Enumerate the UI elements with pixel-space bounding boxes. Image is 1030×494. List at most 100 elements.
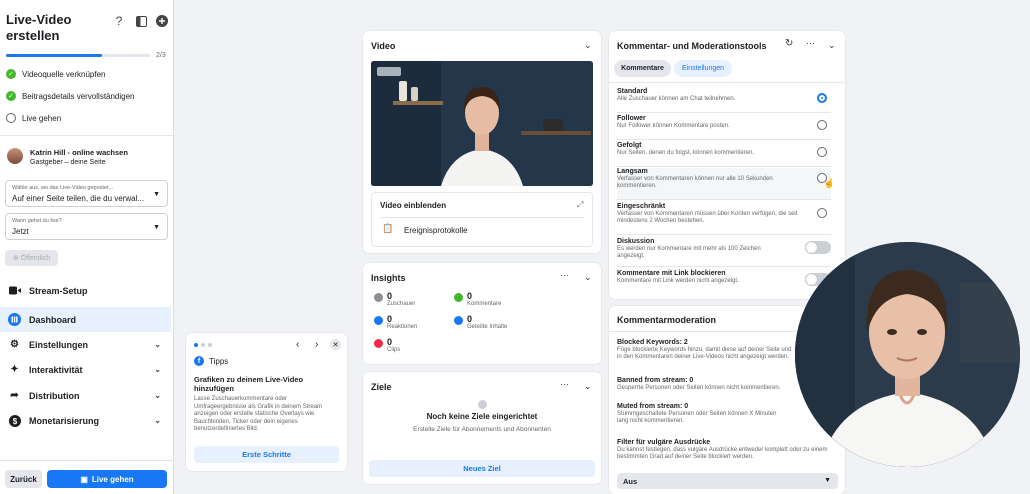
insight-comments: 0 Kommentare	[454, 291, 501, 307]
insight-viewers: 0 Zuschauer	[374, 291, 415, 307]
carousel-dots	[194, 343, 212, 347]
target-icon	[478, 400, 487, 409]
close-icon[interactable]: ✕	[330, 339, 341, 350]
more-icon[interactable]: ···	[560, 379, 569, 389]
step-beitragsdetails[interactable]: ✓ Beitragsdetails vervollständigen	[6, 91, 135, 101]
step-videoquelle[interactable]: ✓ Videoquelle verknüpfen	[6, 69, 105, 79]
tab-einstellungen[interactable]: Einstellungen	[674, 60, 732, 77]
share-arrow-icon: ➦	[10, 390, 19, 401]
sparkle-icon: ✦	[10, 364, 19, 375]
panel-toggle-icon[interactable]	[134, 14, 148, 28]
option-gefolgt[interactable]: Gefolgt Nur Seiten, denen du folgst, kön…	[617, 142, 831, 167]
chevron-down-icon[interactable]: ⌄	[584, 40, 592, 51]
more-icon[interactable]: ···	[806, 38, 815, 48]
progress-bar	[6, 54, 150, 57]
option-link-block[interactable]: Kommentare mit Link blockieren Kommentar…	[617, 270, 831, 294]
video-frame	[371, 61, 593, 186]
more-icon[interactable]: ···	[560, 270, 569, 280]
caret-down-icon: ▼	[153, 224, 160, 231]
radio-selected-icon[interactable]	[817, 93, 827, 103]
goals-empty-title: Noch keine Ziele eingerichtet	[426, 412, 538, 421]
divider	[0, 135, 173, 136]
chevron-down-icon[interactable]: ⌄	[584, 272, 592, 283]
chevron-left-icon[interactable]: ‹	[296, 339, 299, 350]
page-title: Live-Video erstellen	[6, 12, 72, 43]
radio-icon[interactable]	[817, 147, 827, 157]
radio-icon[interactable]	[817, 120, 827, 130]
video-card-title: Video	[371, 41, 396, 51]
help-icon[interactable]: ?	[112, 14, 126, 28]
when-live-select[interactable]: Wann gehst du live? Jetzt ▼	[5, 213, 168, 240]
svg-text:$: $	[12, 417, 17, 426]
video-settings-box: Video einblenden ⤢ 📋 Ereignisprotokolle	[371, 192, 593, 247]
dollar-icon: $	[8, 414, 21, 427]
option-langsam[interactable]: Langsam Verfasser von Kommentaren können…	[617, 168, 835, 200]
chevron-down-icon: ⌄	[154, 365, 161, 374]
presenter-image	[795, 242, 1020, 467]
go-live-button[interactable]: ▣ Live gehen	[47, 470, 167, 488]
nav-einstellungen[interactable]: ⚙ Einstellungen ⌄	[0, 332, 171, 357]
nav-distribution[interactable]: ➦ Distribution ⌄	[0, 383, 171, 408]
radio-icon[interactable]	[817, 208, 827, 218]
nav-dashboard[interactable]: Dashboard	[0, 307, 171, 332]
moderation-title: Kommentarmoderation	[617, 315, 717, 325]
option-standard[interactable]: Standard Alle Zuschauer können am Chat t…	[617, 88, 831, 113]
get-started-button[interactable]: Erste Schritte	[194, 446, 339, 463]
muted-from-stream[interactable]: Muted from stream: 0 Stummgeschaltete Pe…	[617, 403, 795, 425]
progress-fill	[6, 54, 103, 57]
like-icon	[374, 316, 383, 325]
chevron-right-icon[interactable]: ›	[315, 339, 318, 350]
option-follower[interactable]: Follower Nur Follower können Kommentare …	[617, 115, 831, 140]
eye-icon	[374, 293, 383, 302]
dashboard-icon	[8, 313, 21, 326]
post-location-select[interactable]: Wähle aus, wo das Live-Video gepostet...…	[5, 180, 168, 207]
progress-label: 2/3	[156, 52, 166, 59]
gear-icon: ⚙	[10, 339, 19, 350]
back-button[interactable]: Zurück	[5, 470, 42, 488]
tips-body: Lasse Zuschauerkommentare oder Umfrageer…	[194, 396, 323, 432]
divider	[609, 82, 845, 83]
event-log-label[interactable]: Ereignisprotokolle	[404, 226, 468, 235]
event-log-icon: 📋	[382, 223, 394, 233]
nav-interaktivitaet[interactable]: ✦ Interaktivität ⌄	[0, 357, 171, 382]
tab-kommentare[interactable]: Kommentare	[614, 60, 671, 77]
chevron-down-icon: ⌄	[154, 416, 161, 425]
banned-from-stream[interactable]: Banned from stream: 0 Gesperrte Personen…	[617, 377, 795, 392]
option-diskussion[interactable]: Diskussion Es werden nur Kommentare mit …	[617, 238, 831, 267]
sidebar: Live-Video erstellen ? 2/3 ✓ Videoquelle …	[0, 0, 174, 494]
cursor-icon: ☝	[823, 178, 835, 188]
globe-icon: ⊕	[12, 255, 19, 262]
goals-card: Ziele ··· ⌄ Noch keine Ziele eingerichte…	[363, 372, 601, 484]
expand-icon[interactable]: ⤢	[577, 200, 583, 210]
discussion-toggle[interactable]	[805, 241, 831, 254]
chevron-down-icon[interactable]: ⌄	[584, 381, 592, 392]
caret-down-icon: ▼	[824, 477, 831, 484]
insight-shares: 0 Geteilte Inhalte	[454, 314, 507, 330]
nav-stream-setup[interactable]: Stream-Setup	[0, 278, 171, 303]
facebook-icon: f	[194, 356, 204, 366]
comment-tools-title: Kommentar- und Moderationstools	[617, 41, 767, 51]
insights-title: Insights	[371, 273, 406, 283]
refresh-icon[interactable]: ↻	[785, 38, 793, 49]
show-video-label: Video einblenden	[380, 201, 447, 210]
host-name: Katrin Hill - online wachsen	[30, 148, 128, 157]
step-live-gehen[interactable]: Live gehen	[6, 113, 61, 123]
profanity-filter-select[interactable]: Aus ▼	[617, 473, 838, 489]
chevron-down-icon[interactable]: ⌄	[828, 40, 836, 51]
video-camera-icon	[8, 284, 21, 297]
profanity-filter: Filter für vulgäre Ausdrücke Du kannst f…	[617, 439, 828, 460]
goals-title: Ziele	[371, 382, 392, 392]
add-icon[interactable]	[155, 14, 169, 28]
insights-card: Insights ··· ⌄ 0 Zuschauer 0 Kommentare 0R…	[363, 263, 601, 364]
comment-icon	[454, 293, 463, 302]
live-icon: ▣	[80, 474, 88, 484]
tips-title: Grafiken zu deinem Live-Video hinzufügen	[194, 375, 304, 393]
audience-button[interactable]: ⊕ Öffentlich	[5, 250, 58, 266]
video-card: Video ⌄ Video einblenden ⤢ 📋 Ereignispro…	[363, 31, 601, 253]
blocked-keywords[interactable]: Blocked Keywords: 2 Füge blockierte Keyw…	[617, 339, 795, 361]
divider	[380, 217, 584, 218]
share-icon	[454, 316, 463, 325]
option-eingeschraenkt[interactable]: Eingeschränkt Verfasser von Kommentaren …	[617, 203, 831, 235]
nav-monetarisierung[interactable]: $ Monetarisierung ⌄	[0, 408, 171, 433]
new-goal-button[interactable]: Neues Ziel	[369, 460, 595, 477]
